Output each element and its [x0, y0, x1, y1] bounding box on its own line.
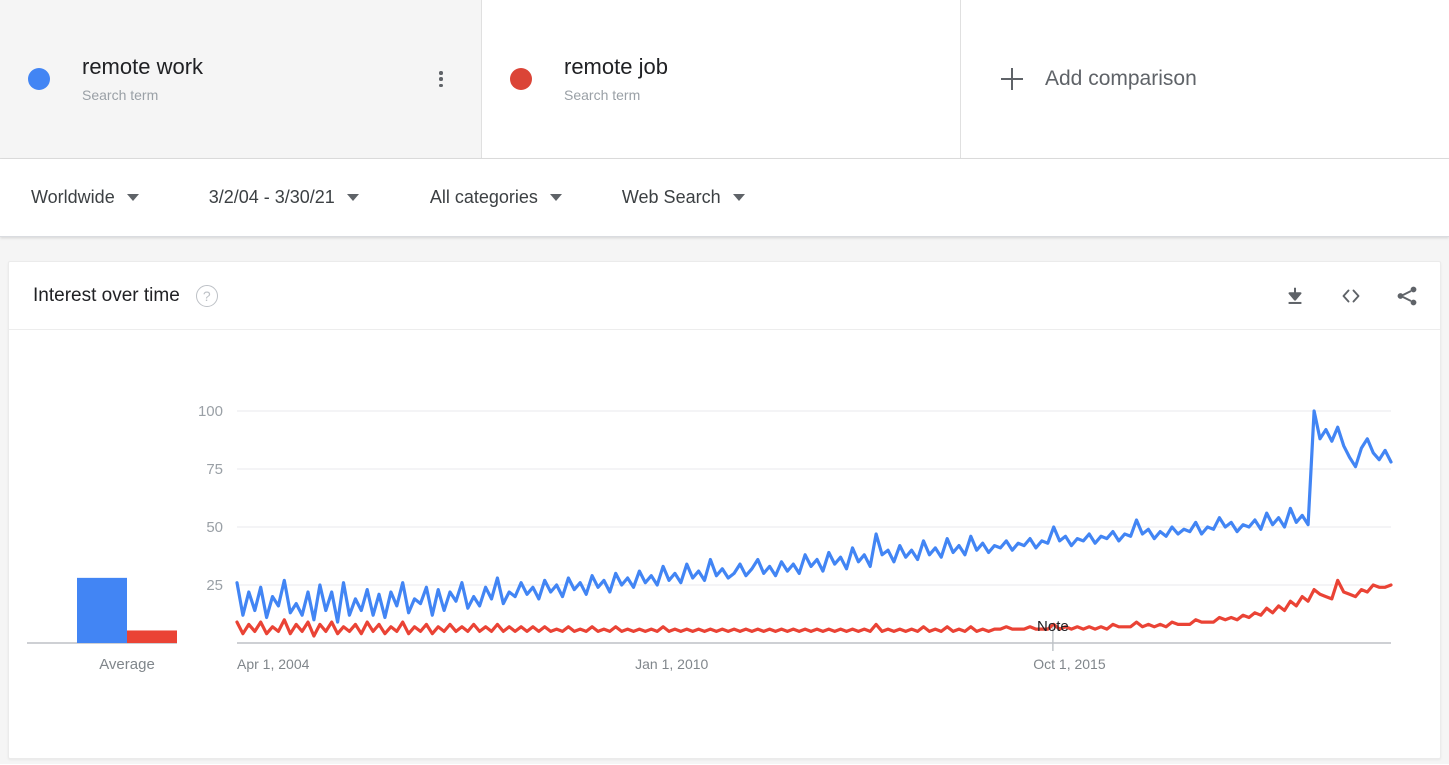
term-color-dot-red	[510, 68, 532, 90]
term-name: remote job	[564, 53, 668, 79]
add-comparison-button[interactable]: Add comparison	[961, 0, 1449, 158]
x-tick-label: Oct 1, 2015	[1033, 656, 1106, 672]
average-bar-1	[127, 630, 177, 643]
add-comparison-label: Add comparison	[1045, 67, 1197, 90]
download-icon[interactable]	[1282, 283, 1308, 309]
share-icon[interactable]	[1394, 283, 1420, 309]
term-card-remote-job[interactable]: remote job Search term	[482, 0, 961, 158]
term-name: remote work	[82, 53, 204, 79]
filter-category[interactable]: All categories	[430, 159, 562, 236]
series-line-remote-work	[235, 409, 1393, 624]
term-options-menu-icon[interactable]	[431, 69, 451, 89]
chevron-down-icon	[346, 194, 359, 201]
term-type-label: Search term	[564, 86, 641, 103]
plus-icon	[1001, 68, 1023, 90]
chevron-down-icon	[732, 194, 745, 201]
filter-location-label: Worldwide	[31, 187, 115, 207]
chevron-down-icon	[126, 194, 139, 201]
average-bar-0	[77, 577, 127, 643]
card-header: Interest over time ?	[9, 262, 1440, 330]
x-tick-label: Apr 1, 2004	[237, 656, 310, 672]
trends-line-chart[interactable]: 25 50 75 100 Apr 1, 2004 Jan 1, 2010 Oct 1, 20…	[9, 330, 1440, 759]
card-title: Interest over time	[33, 284, 180, 306]
term-card-remote-work[interactable]: remote work Search term	[0, 0, 482, 158]
filter-date-range-label: 3/2/04 - 3/30/21	[208, 187, 335, 207]
filter-date-range[interactable]: 3/2/04 - 3/30/21	[209, 159, 359, 236]
filter-location[interactable]: Worldwide	[31, 159, 139, 236]
y-tick-label: 75	[206, 461, 223, 478]
y-tick-label: 25	[206, 577, 223, 594]
card-actions	[1282, 283, 1420, 309]
chart-area[interactable]: 25 50 75 100 Apr 1, 2004 Jan 1, 2010 Oct 1, 20…	[9, 330, 1440, 758]
filter-search-type-label: Web Search	[621, 187, 721, 207]
interest-over-time-card: Interest over time ? 25 50 75 100 Apr 1,…	[8, 261, 1441, 759]
search-terms-row: remote work Search term remote job Searc…	[0, 0, 1449, 159]
note-label: Note	[1037, 618, 1069, 635]
term-type-label: Search term	[82, 86, 159, 103]
y-tick-label: 50	[206, 519, 223, 536]
page-body: Interest over time ? 25 50 75 100 Apr 1,…	[0, 237, 1449, 764]
filter-category-label: All categories	[429, 187, 538, 207]
y-tick-label: 100	[198, 403, 223, 420]
chevron-down-icon	[549, 194, 562, 201]
x-tick-label: Jan 1, 2010	[635, 656, 708, 672]
term-color-dot-blue	[28, 68, 50, 90]
average-label: Average	[99, 656, 155, 673]
embed-icon[interactable]	[1338, 283, 1364, 309]
filter-search-type[interactable]: Web Search	[622, 159, 745, 236]
filter-bar: Worldwide 3/2/04 - 3/30/21 All categorie…	[0, 159, 1449, 237]
help-icon[interactable]: ?	[195, 284, 218, 307]
